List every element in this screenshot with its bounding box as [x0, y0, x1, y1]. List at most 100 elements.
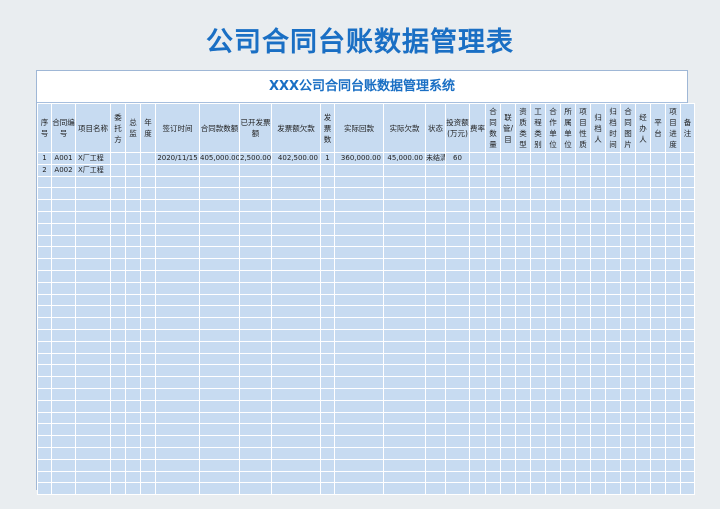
table-cell[interactable]	[445, 210, 470, 224]
table-cell[interactable]	[515, 317, 531, 330]
table-cell[interactable]	[271, 328, 321, 342]
table-cell[interactable]	[590, 293, 606, 307]
table-cell[interactable]	[680, 187, 695, 201]
table-cell[interactable]	[37, 376, 52, 389]
table-cell[interactable]	[383, 187, 426, 201]
table-cell[interactable]	[75, 399, 111, 413]
table-cell[interactable]	[383, 305, 426, 319]
table-cell[interactable]	[605, 411, 621, 425]
table-cell[interactable]	[515, 470, 531, 484]
table-cell[interactable]	[469, 387, 486, 401]
table-cell[interactable]	[500, 399, 516, 413]
table-cell[interactable]	[140, 210, 156, 224]
table-cell[interactable]	[320, 269, 335, 283]
table-cell[interactable]	[51, 482, 76, 496]
table-cell[interactable]	[334, 187, 384, 201]
table-cell[interactable]	[271, 246, 321, 260]
table-cell[interactable]: 2	[37, 163, 52, 177]
table-cell[interactable]	[155, 187, 200, 201]
table-cell[interactable]	[383, 210, 426, 224]
table-cell[interactable]	[560, 199, 576, 212]
table-cell[interactable]	[545, 246, 561, 260]
table-cell[interactable]	[500, 376, 516, 389]
table-cell[interactable]	[320, 175, 335, 189]
table-cell[interactable]	[560, 269, 576, 283]
table-cell[interactable]	[560, 399, 576, 413]
table-cell[interactable]	[469, 317, 486, 330]
table-cell[interactable]	[530, 446, 546, 460]
table-cell[interactable]	[620, 340, 636, 354]
table-cell[interactable]	[650, 246, 666, 260]
table-cell[interactable]	[560, 446, 576, 460]
table-cell[interactable]	[51, 305, 76, 319]
table-cell[interactable]	[37, 246, 52, 260]
table-cell[interactable]	[515, 446, 531, 460]
table-cell[interactable]	[590, 269, 606, 283]
table-cell[interactable]	[271, 423, 321, 437]
table-cell[interactable]	[650, 305, 666, 319]
table-cell[interactable]	[75, 470, 111, 484]
table-cell[interactable]	[425, 293, 446, 307]
table-cell[interactable]	[575, 340, 591, 354]
table-cell[interactable]	[75, 210, 111, 224]
table-cell[interactable]	[199, 458, 240, 472]
table-cell[interactable]	[590, 187, 606, 201]
table-cell[interactable]	[334, 399, 384, 413]
table-cell[interactable]	[560, 281, 576, 295]
table-cell[interactable]	[650, 470, 666, 484]
table-cell[interactable]	[155, 328, 200, 342]
table-cell[interactable]	[140, 187, 156, 201]
table-cell[interactable]	[140, 163, 156, 177]
column-header[interactable]: 序号	[37, 103, 52, 153]
table-cell[interactable]	[140, 269, 156, 283]
table-cell[interactable]	[560, 435, 576, 448]
table-cell[interactable]	[530, 364, 546, 378]
table-cell[interactable]	[560, 470, 576, 484]
table-cell[interactable]	[575, 411, 591, 425]
table-cell[interactable]	[560, 305, 576, 319]
table-cell[interactable]	[560, 175, 576, 189]
table-cell[interactable]	[575, 458, 591, 472]
table-cell[interactable]	[383, 246, 426, 260]
table-cell[interactable]	[445, 187, 470, 201]
table-cell[interactable]	[650, 210, 666, 224]
table-cell[interactable]	[635, 269, 651, 283]
table-cell[interactable]: 402,500.00	[271, 152, 321, 165]
table-cell[interactable]	[110, 376, 126, 389]
table-cell[interactable]	[383, 387, 426, 401]
table-cell[interactable]	[560, 364, 576, 378]
table-cell[interactable]	[425, 364, 446, 378]
table-cell[interactable]	[665, 364, 681, 378]
table-cell[interactable]	[110, 269, 126, 283]
table-cell[interactable]	[650, 199, 666, 212]
table-cell[interactable]	[320, 293, 335, 307]
table-cell[interactable]	[239, 187, 272, 201]
table-cell[interactable]	[271, 258, 321, 271]
table-cell[interactable]	[545, 423, 561, 437]
table-cell[interactable]	[545, 187, 561, 201]
table-cell[interactable]	[485, 258, 501, 271]
table-cell[interactable]	[635, 175, 651, 189]
table-cell[interactable]	[530, 423, 546, 437]
table-cell[interactable]	[515, 387, 531, 401]
table-cell[interactable]	[620, 269, 636, 283]
table-cell[interactable]	[500, 435, 516, 448]
table-cell[interactable]	[635, 411, 651, 425]
table-cell[interactable]	[239, 281, 272, 295]
table-cell[interactable]	[320, 222, 335, 236]
table-cell[interactable]	[575, 399, 591, 413]
table-cell[interactable]	[271, 446, 321, 460]
table-cell[interactable]	[37, 446, 52, 460]
table-cell[interactable]	[530, 376, 546, 389]
table-cell[interactable]: A001	[51, 152, 76, 165]
table-cell[interactable]	[485, 210, 501, 224]
table-cell[interactable]	[51, 175, 76, 189]
table-cell[interactable]	[620, 317, 636, 330]
table-cell[interactable]	[469, 210, 486, 224]
table-cell[interactable]	[140, 199, 156, 212]
table-cell[interactable]	[334, 175, 384, 189]
table-cell[interactable]	[650, 293, 666, 307]
table-cell[interactable]	[51, 411, 76, 425]
table-cell[interactable]	[605, 222, 621, 236]
table-cell[interactable]	[271, 352, 321, 366]
